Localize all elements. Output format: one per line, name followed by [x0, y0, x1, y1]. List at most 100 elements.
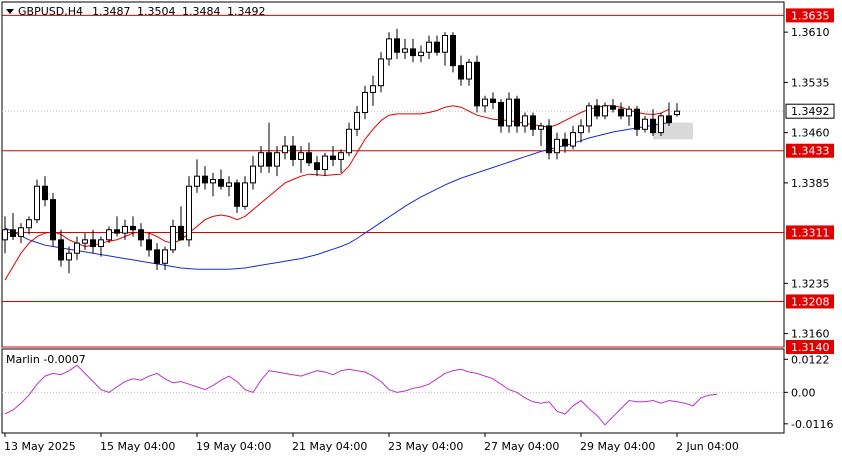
candle-bearish: [458, 65, 464, 80]
oscillator-tick-label: 0.0122: [791, 353, 830, 366]
chart-root: 1.3635 1.3433 1.3311 1.3208 1.3140 1.3492 1.36…: [1, 1, 835, 453]
candle-bearish: [410, 48, 416, 57]
candle-bearish: [146, 239, 152, 251]
current-price-label: 1.3492: [791, 105, 830, 118]
candle-bullish: [106, 229, 112, 241]
candle-bullish: [466, 61, 472, 80]
time-tick-label: 13 May 2025: [4, 440, 76, 453]
candle-bearish: [514, 98, 520, 127]
time-tick-label: 23 May 04:00: [388, 440, 463, 453]
time-axis: 13 May 2025 15 May 04:00 19 May 04:00 21 Ma…: [4, 433, 739, 453]
candle-bearish: [498, 101, 504, 127]
candle-bullish: [442, 34, 448, 53]
candle-bullish: [386, 38, 392, 60]
level-label: 1.3208: [791, 295, 830, 308]
ohlc-close: 1.3492: [227, 5, 266, 18]
ohlc-high: 1.3504: [137, 5, 176, 18]
candle-bearish: [10, 229, 16, 237]
candle-bearish: [234, 182, 240, 207]
candle-bullish: [658, 115, 664, 134]
candle-bearish: [490, 98, 496, 103]
price-tick-label: 1.3235: [791, 277, 830, 290]
candle-bullish: [18, 227, 24, 237]
candle-bearish: [154, 249, 160, 264]
candle-bearish: [530, 115, 536, 130]
candle-bearish: [306, 152, 312, 164]
candle-bullish: [26, 219, 32, 229]
candle-bearish: [474, 61, 480, 107]
candle-bearish: [610, 105, 616, 110]
candle-bullish: [554, 138, 560, 154]
candle-bullish: [194, 175, 200, 187]
candle-bearish: [42, 185, 48, 201]
price-tick-label: 1.3460: [791, 127, 830, 140]
candle-bullish: [586, 105, 592, 127]
price-tick-label: 1.3385: [791, 177, 830, 190]
oscillator-tick-label: -0.0116: [791, 418, 833, 431]
candle-bullish: [354, 112, 360, 130]
candle-bullish: [274, 152, 280, 167]
candle-bearish: [218, 179, 224, 187]
candle-bearish: [58, 239, 64, 261]
candle-bullish: [74, 242, 80, 254]
price-tick-label: 1.3535: [791, 76, 830, 89]
candle-bullish: [674, 110, 680, 116]
candle-bullish: [362, 91, 368, 114]
candle-bullish: [82, 239, 88, 244]
candle-bullish: [378, 58, 384, 87]
time-tick-label: 19 May 04:00: [196, 440, 271, 453]
candle-bullish: [282, 145, 288, 154]
candle-bullish: [210, 179, 216, 184]
candle-bullish: [602, 105, 608, 117]
candle-bullish: [538, 125, 544, 130]
oscillator-axis: 0.0122 0.00 -0.0116: [784, 353, 833, 431]
candle-bullish: [418, 51, 424, 57]
price-tick-label: 1.3610: [791, 26, 830, 39]
candle-bearish: [130, 225, 136, 231]
candle-bullish: [482, 98, 488, 107]
candle-bullish: [338, 152, 344, 160]
candle-bearish: [634, 108, 640, 130]
candle-bullish: [570, 132, 576, 147]
time-tick-label: 2 Jun 04:00: [676, 440, 739, 453]
candle-bearish: [178, 225, 184, 241]
candle-bullish: [2, 229, 8, 241]
candle-bullish: [170, 225, 176, 251]
price-axis: 1.3635 1.3433 1.3311 1.3208 1.3140 1.3492 1.36…: [784, 8, 835, 354]
candle-bullish: [506, 98, 512, 127]
candle-bullish: [298, 152, 304, 160]
candle-bearish: [114, 229, 120, 234]
level-label: 1.3635: [791, 9, 830, 22]
time-tick-label: 21 May 04:00: [292, 440, 367, 453]
candle-bullish: [402, 48, 408, 53]
candle-bullish: [426, 41, 432, 53]
candle-bearish: [618, 108, 624, 117]
candle-bearish: [138, 229, 144, 241]
level-label: 1.3433: [791, 145, 830, 158]
candle-bullish: [66, 252, 72, 261]
candle-bullish: [346, 128, 352, 154]
candle-bullish: [122, 225, 128, 234]
ohlc-open: 1.3487: [92, 5, 131, 18]
symbol-header: GBPUSD,H4: [18, 5, 83, 18]
candle-bearish: [434, 41, 440, 53]
price-tick-label: 1.3160: [791, 328, 830, 341]
candle-bullish: [578, 125, 584, 134]
candle-bullish: [242, 182, 248, 207]
oscillator-label: Marlin -0.0007: [6, 353, 86, 366]
candle-bearish: [394, 38, 400, 53]
candle-bullish: [162, 249, 168, 264]
oscillator-tick-label: 0.00: [791, 386, 816, 399]
candle-bearish: [90, 239, 96, 248]
price-panel-frame: [1, 1, 785, 348]
time-tick-label: 29 May 04:00: [580, 440, 655, 453]
ohlc-low: 1.3484: [182, 5, 221, 18]
candle-bearish: [594, 105, 600, 117]
candle-bearish: [314, 162, 320, 170]
candle-bullish: [258, 152, 264, 167]
candle-bearish: [650, 118, 656, 134]
candle-bullish: [522, 115, 528, 127]
candle-bullish: [186, 185, 192, 241]
candle-bearish: [546, 125, 552, 154]
candle-bearish: [450, 34, 456, 67]
